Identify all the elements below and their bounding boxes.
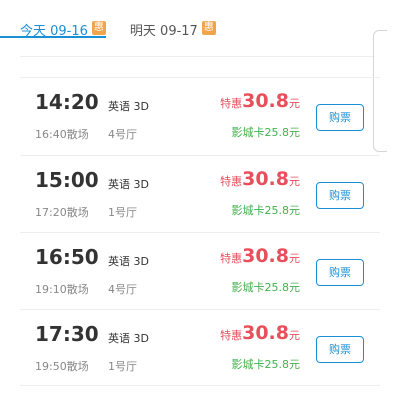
end-time: 19:50散场 [35, 360, 89, 373]
price-value: 30.8 [242, 245, 289, 267]
end-time: 16:40散场 [35, 128, 89, 141]
card-price: 影城卡25.8元 [231, 126, 301, 139]
buy-ticket-button[interactable]: 购票 [316, 336, 364, 363]
price-label: 特惠 [220, 329, 243, 342]
price-value: 30.8 [242, 322, 289, 344]
showtime-row: 14:20 16:40散场 英语 3D 4号厅 特惠30.8元 影城卡25.8元… [20, 78, 380, 155]
date-tabs: 今天 09-16 惠 明天 09-17 惠 [20, 20, 240, 56]
special-price: 特惠30.8元 [220, 322, 300, 344]
price-unit: 元 [289, 252, 300, 265]
showtime-row: 15:00 17:20散场 英语 3D 1号厅 特惠30.8元 影城卡25.8元… [20, 156, 380, 233]
special-price: 特惠30.8元 [220, 245, 300, 267]
start-time: 17:30 [35, 322, 99, 346]
price-unit: 元 [289, 329, 300, 342]
divider [20, 385, 380, 386]
start-time: 16:50 [35, 245, 99, 269]
price-label: 特惠 [220, 252, 243, 265]
language-format: 英语 3D [108, 178, 149, 191]
discount-badge-icon: 惠 [201, 21, 216, 35]
start-time: 14:20 [35, 90, 99, 114]
discount-badge-icon: 惠 [91, 21, 106, 35]
buy-ticket-button[interactable]: 购票 [316, 259, 364, 286]
tab-today[interactable]: 今天 09-16 惠 [20, 20, 106, 58]
buy-ticket-button[interactable]: 购票 [316, 182, 364, 209]
card-price: 影城卡25.8元 [231, 204, 301, 217]
hall-number: 1号厅 [108, 206, 137, 219]
card-price: 影城卡25.8元 [231, 281, 301, 294]
end-time: 17:20散场 [35, 206, 89, 219]
buy-ticket-button[interactable]: 购票 [316, 104, 364, 131]
tab-tomorrow-label: 明天 09-17 [129, 24, 198, 39]
language-format: 英语 3D [108, 100, 149, 113]
price-unit: 元 [289, 97, 300, 110]
showtime-row: 17:30 19:50散场 英语 3D 1号厅 特惠30.8元 影城卡25.8元… [20, 310, 380, 387]
start-time: 15:00 [35, 168, 99, 192]
language-format: 英语 3D [108, 332, 149, 345]
price-unit: 元 [289, 175, 300, 188]
special-price: 特惠30.8元 [220, 90, 300, 112]
card-price: 影城卡25.8元 [231, 358, 301, 371]
showtime-row: 16:50 19:10散场 英语 3D 4号厅 特惠30.8元 影城卡25.8元… [20, 233, 380, 310]
price-label: 特惠 [220, 175, 243, 188]
tabs-divider [20, 56, 380, 57]
hall-number: 1号厅 [108, 360, 137, 373]
price-value: 30.8 [242, 90, 289, 112]
price-value: 30.8 [242, 168, 289, 190]
language-format: 英语 3D [108, 255, 149, 268]
price-label: 特惠 [220, 97, 243, 110]
special-price: 特惠30.8元 [220, 168, 300, 190]
tab-tomorrow[interactable]: 明天 09-17 惠 [130, 20, 216, 58]
hall-number: 4号厅 [108, 128, 137, 141]
end-time: 19:10散场 [35, 283, 89, 296]
active-tab-indicator [0, 36, 106, 38]
hall-number: 4号厅 [108, 283, 137, 296]
